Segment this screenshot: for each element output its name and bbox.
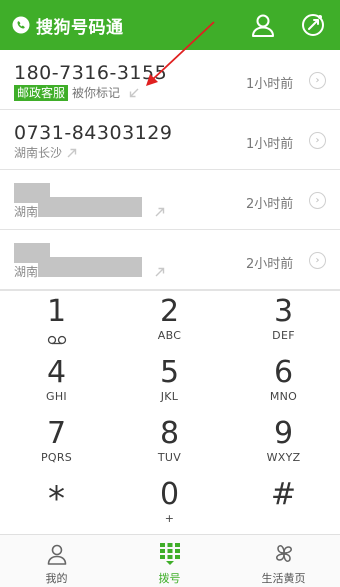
key-2[interactable]: 2 ABC [113,291,226,352]
key-digit: # [270,477,297,512]
key-8[interactable]: 8 TUV [113,413,226,474]
chevron-right-icon[interactable]: › [309,252,326,269]
outgoing-arrow-icon [66,147,78,159]
key-digit: 4 [46,355,67,390]
phone-number: 0731-84303129 [14,122,173,144]
key-star[interactable]: * [0,474,113,535]
location-label: 湖南 [14,265,39,279]
phone-number: 180-7316-3155 [14,62,168,84]
call-meta: 湖南长沙 [14,144,78,161]
location-label: 湖南长沙 [14,146,63,160]
bottom-nav: 我的 拨号 生活黄页 [0,534,340,587]
key-6[interactable]: 6 MNO [227,352,340,413]
phone-logo-icon [12,16,30,34]
outgoing-arrow-icon [154,263,166,277]
circle-dial-icon[interactable] [298,10,328,40]
nav-item-mine[interactable]: 我的 [0,535,113,587]
key-letters: WXYZ [266,451,301,464]
key-digit: 7 [46,416,67,451]
outgoing-arrow-icon [154,203,166,217]
key-0[interactable]: 0 + [113,474,226,535]
key-9[interactable]: 9 WXYZ [227,413,340,474]
app-header: 搜狗号码通 [0,0,340,50]
chevron-right-icon[interactable]: › [309,72,326,89]
call-log-list: 180-7316-3155 邮政客服 被你标记 1小时前 › 0731-8430… [0,50,340,290]
app-title: 搜狗号码通 [36,17,124,38]
call-log-row[interactable]: 0731-84303129 湖南长沙 1小时前 › [0,110,340,170]
number-tag-badge: 邮政客服 [14,84,69,101]
key-letters: DEF [272,329,295,342]
nav-item-yellow-pages[interactable]: 生活黄页 [227,535,340,587]
key-3[interactable]: 3 DEF [227,291,340,352]
dialpad: 1 2 ABC 3 DEF 4 GHI 5 JKL 6 MNO 7 PQRS 8… [0,290,340,534]
key-letters: TUV [157,451,182,464]
key-digit: 1 [46,294,67,329]
call-time: 1小时前 [246,137,294,152]
chevron-right-icon[interactable]: › [309,192,326,209]
key-letters: PQRS [40,451,73,464]
dialpad-icon [158,542,182,566]
key-digit: 6 [273,355,294,390]
chevron-right-icon[interactable]: › [309,132,326,149]
key-digit: 8 [159,416,180,451]
nav-label: 我的 [45,572,68,585]
call-meta: 湖南 [14,263,38,280]
key-digit: * [48,479,65,519]
clover-icon [272,542,296,566]
key-5[interactable]: 5 JKL [113,352,226,413]
key-digit: 9 [273,416,294,451]
call-log-row[interactable]: 180-7316-3155 邮政客服 被你标记 1小时前 › [0,50,340,110]
key-letters: + [164,512,175,525]
call-log-row[interactable]: 湖南 2小时前 › [0,170,340,230]
person-outline-icon [45,542,69,566]
person-icon[interactable] [248,10,278,40]
nav-item-dial[interactable]: 拨号 [113,535,226,587]
key-letters: JKL [160,390,179,403]
mark-label: 被你标记 [72,86,121,100]
key-digit: 2 [159,294,180,329]
key-letters: ABC [157,329,182,342]
call-meta: 邮政客服 被你标记 [14,84,140,101]
key-letters: MNO [269,390,298,403]
key-7[interactable]: 7 PQRS [0,413,113,474]
key-digit: 3 [273,294,294,329]
nav-label: 生活黄页 [261,572,306,585]
key-digit: 0 [159,477,180,512]
call-meta: 湖南 [14,203,38,220]
key-1[interactable]: 1 [0,291,113,352]
nav-label: 拨号 [158,572,181,585]
key-digit: 5 [159,355,180,390]
location-label: 湖南 [14,205,39,219]
incoming-arrow-icon [128,87,140,99]
key-letters: GHI [46,390,67,403]
redaction-block [38,197,142,217]
key-hash[interactable]: # [227,474,340,535]
call-log-row[interactable]: 湖南 2小时前 › [0,230,340,290]
call-time: 2小时前 [246,197,294,212]
call-time: 1小时前 [246,77,294,92]
key-4[interactable]: 4 GHI [0,352,113,413]
call-time: 2小时前 [246,257,294,272]
voicemail-icon [47,330,67,345]
redaction-block [38,257,142,277]
